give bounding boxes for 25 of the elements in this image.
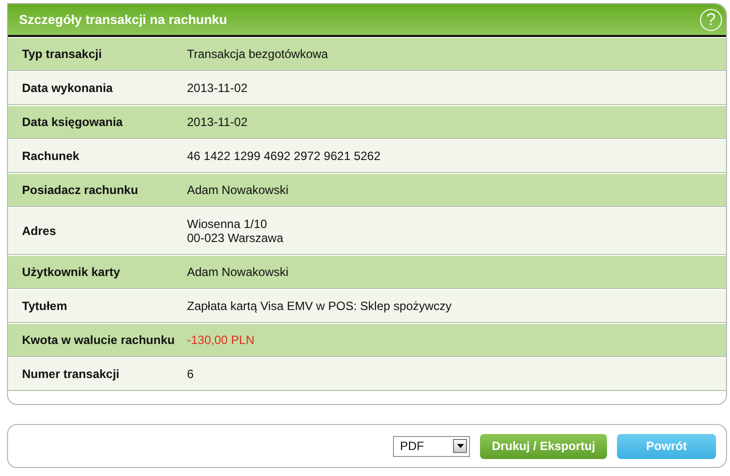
help-button[interactable]: ? <box>700 8 722 30</box>
field-label: Użytkownik karty <box>21 265 122 279</box>
field-value: Zapłata kartą Visa EMV w POS: Sklep spożywczy <box>187 298 452 315</box>
field-value: Adam Nowakowski <box>187 264 288 281</box>
export-button[interactable]: Drukuj / Eksportuj <box>480 434 607 458</box>
field-value: Adam Nowakowski <box>187 182 288 199</box>
format-select[interactable]: PDF <box>393 436 470 456</box>
field-value: 2013-11-02 <box>187 114 248 131</box>
field-value: 6 <box>187 366 194 383</box>
field-label: Numer transakcji <box>21 367 120 381</box>
field-value: 2013-11-02 <box>187 80 248 97</box>
field-value: 46 1422 1299 4692 2972 9621 5262 <box>187 148 381 165</box>
field-label: Data wykonania <box>21 81 114 95</box>
field-value: Transakcja bezgotówkowa <box>187 46 328 63</box>
panel-title: Szczegóły transakcji na rachunku <box>19 12 228 27</box>
field-label: Rachunek <box>21 149 80 163</box>
field-label: Posiadacz rachunku <box>21 183 140 197</box>
field-label: Tytułem <box>21 299 68 313</box>
back-button[interactable]: Powrót <box>617 434 716 458</box>
field-label: Kwota w walucie rachunku <box>21 333 176 347</box>
field-value: Wiosenna 1/10 00-023 Warszawa <box>187 216 284 247</box>
field-label: Typ transakcji <box>21 47 103 61</box>
field-label: Adres <box>21 224 58 238</box>
field-value: -130,00 PLN <box>187 332 254 349</box>
field-label: Data księgowania <box>21 115 124 129</box>
